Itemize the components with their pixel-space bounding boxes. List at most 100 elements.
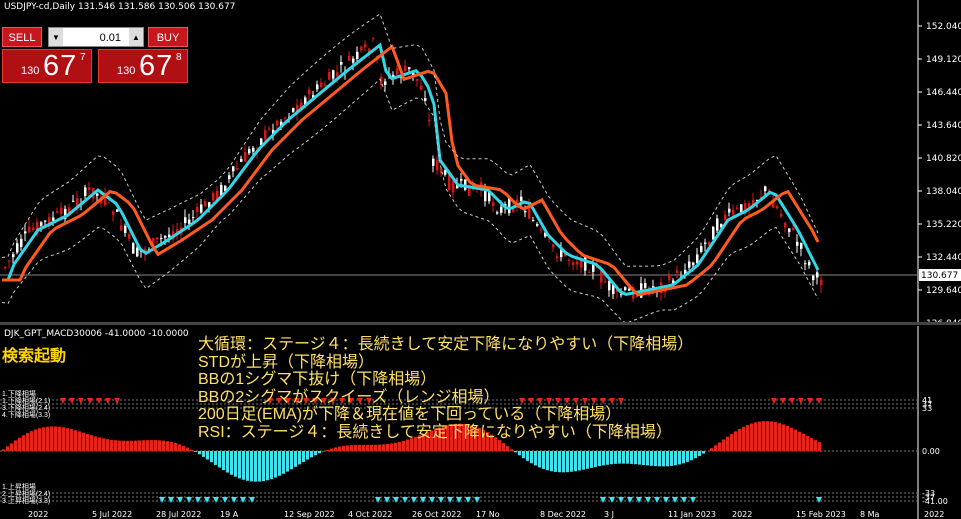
panel-divider[interactable]	[0, 322, 961, 325]
histogram-bar	[366, 444, 369, 451]
histogram-bar	[542, 451, 545, 469]
histogram-bar	[562, 451, 565, 473]
histogram-bar	[654, 451, 657, 467]
histogram-bar	[378, 444, 381, 451]
histogram-bar	[722, 439, 725, 451]
candle-body	[164, 236, 167, 238]
candle-body	[520, 196, 523, 201]
histogram-bar	[10, 443, 13, 451]
down-arrow-icon	[96, 398, 102, 404]
candle-body	[552, 244, 555, 248]
histogram-bar	[634, 451, 637, 465]
candle-body	[716, 218, 719, 231]
histogram-bar	[714, 445, 717, 451]
histogram-bar	[266, 451, 269, 481]
candle-body	[796, 241, 799, 246]
histogram-bar	[638, 451, 641, 465]
histogram-bar	[398, 441, 401, 451]
down-arrow-icon	[690, 497, 696, 503]
candle-body	[20, 238, 23, 248]
sell-price-button[interactable]: 130 67 7	[2, 49, 92, 83]
histogram-bar	[210, 451, 213, 463]
candle-body	[384, 81, 387, 85]
histogram-bar	[554, 451, 557, 472]
candle-body	[188, 219, 191, 224]
histogram-bar	[514, 451, 517, 453]
histogram-bar	[610, 451, 613, 465]
down-arrow-icon	[78, 398, 84, 404]
signal-message: BBの2シグマがスクイーズ（レンジ相場）	[198, 388, 500, 406]
sell-button[interactable]: SELL	[2, 27, 42, 47]
histogram-bar	[46, 426, 49, 451]
date-tick-label: 5 Jul 2022	[92, 510, 132, 519]
down-arrow-icon	[393, 497, 399, 503]
candle-body	[700, 246, 703, 252]
lot-increase-icon[interactable]: ▲	[129, 28, 143, 46]
candle-body	[676, 270, 679, 273]
histogram-bar	[798, 431, 801, 451]
histogram-bar	[306, 451, 309, 460]
candle-body	[252, 147, 255, 152]
down-arrow-icon	[69, 398, 75, 404]
candle-body	[212, 192, 215, 201]
down-arrow-icon	[627, 497, 633, 503]
candle-body	[328, 72, 331, 80]
sell-price-main: 67	[43, 50, 78, 82]
down-arrow-icon	[447, 497, 453, 503]
candle-body	[812, 275, 815, 281]
candle-body	[240, 158, 243, 162]
lot-decrease-icon[interactable]: ▼	[49, 28, 63, 46]
signal-message: BBの1シグマ下抜け（下降相場）	[198, 371, 437, 388]
histogram-bar	[174, 443, 177, 451]
date-tick-label: 17 No	[476, 510, 500, 519]
price-tick-label: 138.040	[926, 187, 961, 197]
histogram-bar	[146, 440, 149, 451]
down-arrow-icon	[87, 398, 93, 404]
histogram-bar	[238, 451, 241, 479]
candle-body	[40, 222, 43, 226]
histogram-bar	[642, 451, 645, 466]
histogram-bar	[2, 449, 5, 451]
candle-body	[112, 211, 115, 215]
buy-price-button[interactable]: 130 67 8	[98, 49, 188, 83]
histogram-bar	[534, 451, 537, 466]
histogram-bar	[330, 448, 333, 451]
ema-slow-line	[2, 44, 820, 297]
candle-body	[420, 85, 423, 90]
candle-body	[740, 204, 743, 212]
price-tick-label: 143.640	[926, 121, 961, 131]
histogram-bar	[578, 451, 581, 471]
histogram-bar	[62, 427, 65, 451]
histogram-bar	[742, 426, 745, 451]
date-tick-label: 19 A	[220, 510, 239, 519]
down-arrow-icon	[789, 398, 795, 404]
buy-price-main: 67	[139, 50, 174, 82]
histogram-bar	[630, 451, 633, 464]
histogram-bar	[294, 451, 297, 467]
candle-body	[808, 261, 811, 266]
candle-body	[72, 200, 75, 202]
candle-body	[52, 217, 55, 221]
histogram-bar	[738, 428, 741, 451]
buy-button[interactable]: BUY	[148, 27, 188, 47]
histogram-bar	[286, 451, 289, 472]
histogram-bar	[370, 444, 373, 451]
state-label: 1.下降相場	[2, 391, 36, 398]
histogram-bar	[234, 451, 237, 477]
upper-state-labels: 1.下降相場 1.下降相場(2.1) 3.下降相場(2.4) 4.下降相場(3.…	[2, 391, 50, 419]
histogram-bar	[406, 439, 409, 451]
price-chart-panel[interactable]: 152.040 149.120 146.440 143.640 140.820 138.0…	[0, 0, 961, 322]
price-tick-label: 129.640	[926, 286, 961, 296]
candle-body	[32, 227, 35, 230]
candle-body	[780, 213, 783, 217]
down-arrow-icon	[816, 398, 822, 404]
histogram-bar	[278, 451, 281, 476]
histogram-bar	[806, 435, 809, 451]
candle-body	[536, 224, 539, 226]
lower-state-labels: 1.上昇相場 2.上昇相場(2.4) 3.上昇相場(3.3)	[2, 484, 50, 505]
date-tick-label: 2022	[732, 510, 752, 519]
date-tick-label: 4 Oct 2022	[348, 510, 392, 519]
lot-size-field[interactable]: ▼ 0.01 ▲	[48, 27, 144, 47]
down-arrow-icon	[411, 497, 417, 503]
histogram-bar	[582, 451, 585, 470]
